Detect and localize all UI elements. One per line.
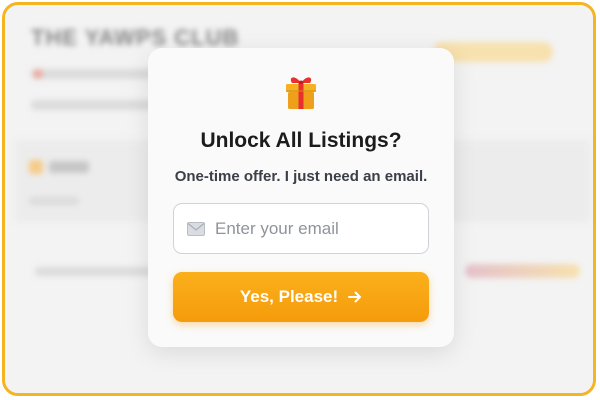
gift-icon [286, 77, 316, 109]
email-capture-modal: Unlock All Listings? One-time offer. I j… [148, 48, 454, 347]
email-field[interactable] [173, 203, 429, 254]
modal-title: Unlock All Listings? [200, 129, 402, 152]
mail-icon [187, 222, 205, 236]
arrow-right-icon [348, 291, 362, 303]
cta-label: Yes, Please! [239, 287, 339, 306]
yes-please-button[interactable]: Yes, Please! [173, 272, 429, 322]
modal-subtitle: One-time offer. I just need an email. [174, 168, 428, 185]
email-input[interactable] [215, 204, 420, 253]
